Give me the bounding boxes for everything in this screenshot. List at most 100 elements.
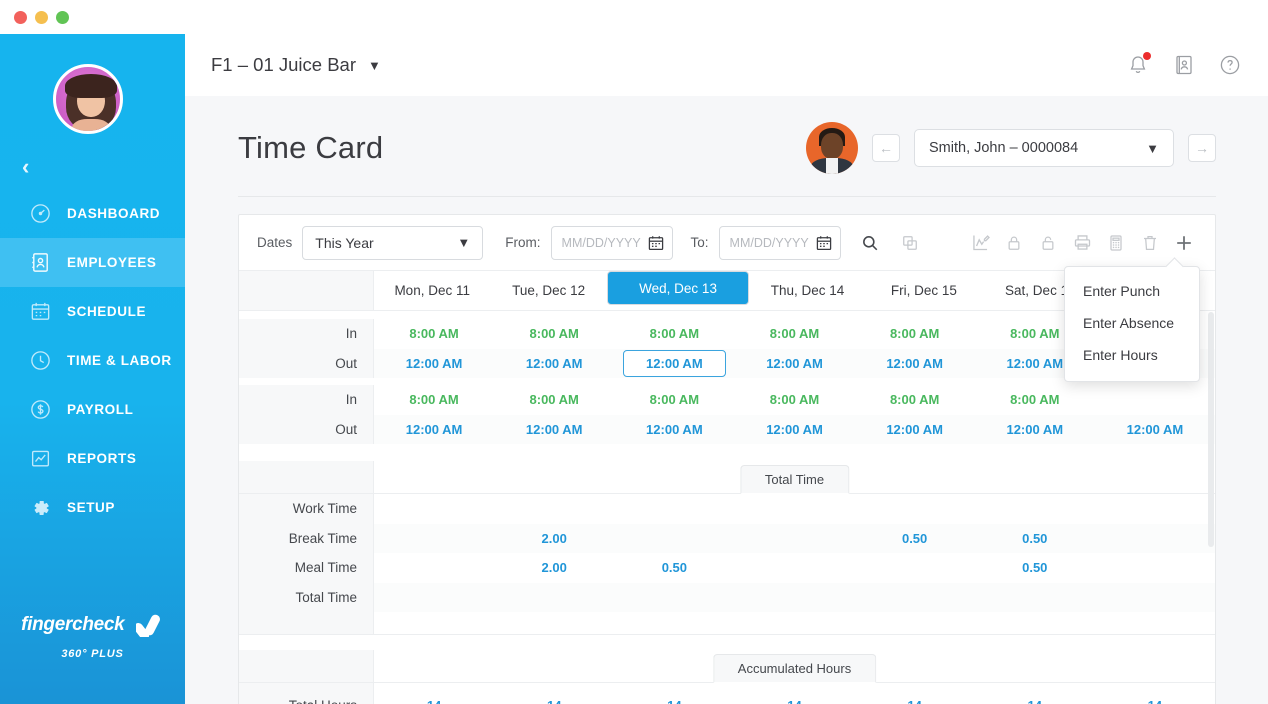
punch-cell[interactable]: 12:00 AM	[1095, 415, 1215, 445]
total-hours-cell[interactable]: 14	[374, 683, 494, 704]
employee-dropdown[interactable]: Smith, John – 0000084 ▼	[914, 129, 1174, 167]
summary-cell[interactable]	[855, 583, 975, 613]
summary-cell[interactable]	[975, 494, 1095, 524]
summary-cell[interactable]	[614, 583, 734, 613]
sidebar-item-reports[interactable]: REPORTS	[0, 434, 185, 483]
punch-cell[interactable]: 8:00 AM	[855, 385, 975, 415]
day-header-tue[interactable]: Tue, Dec 12	[490, 271, 607, 310]
print-icon[interactable]	[1065, 226, 1099, 260]
grid-scrollbar[interactable]	[1208, 312, 1214, 547]
trash-icon[interactable]	[1133, 226, 1167, 260]
tab-accumulated-hours[interactable]: Accumulated Hours	[712, 654, 877, 683]
punch-cell[interactable]: 12:00 AM	[855, 349, 975, 379]
dates-range-select[interactable]: This Year ▼	[302, 225, 484, 260]
sidebar-item-dashboard[interactable]: DASHBOARD	[0, 189, 185, 238]
summary-cell[interactable]	[734, 583, 854, 613]
punch-cell[interactable]: 12:00 AM	[975, 415, 1095, 445]
punch-cell-editing[interactable]: 12:00 AM	[614, 349, 734, 379]
summary-cell[interactable]	[734, 524, 854, 554]
search-icon[interactable]	[853, 226, 887, 260]
summary-cell[interactable]: 0.50	[614, 553, 734, 583]
punch-cell[interactable]: 8:00 AM	[374, 385, 494, 415]
sidebar-item-time-and-labor[interactable]: TIME & LABOR	[0, 336, 185, 385]
punch-cell[interactable]: 12:00 AM	[494, 349, 614, 379]
day-header-thu[interactable]: Thu, Dec 14	[749, 271, 866, 310]
punch-cell[interactable]: 8:00 AM	[614, 319, 734, 349]
summary-cell[interactable]	[1095, 553, 1215, 583]
day-header-wed[interactable]: Wed, Dec 13	[606, 271, 750, 305]
summary-cell[interactable]	[1095, 583, 1215, 613]
sidebar-item-payroll[interactable]: PAYROLL	[0, 385, 185, 434]
total-hours-cell[interactable]: 14	[1095, 683, 1215, 704]
total-hours-cell[interactable]: 14	[614, 683, 734, 704]
punch-cell[interactable]: 12:00 AM	[734, 415, 854, 445]
unlock-icon[interactable]	[1031, 226, 1065, 260]
summary-cell[interactable]: 0.50	[975, 553, 1095, 583]
punch-cell[interactable]: 12:00 AM	[374, 349, 494, 379]
summary-cell[interactable]	[855, 494, 975, 524]
punch-cell[interactable]: 8:00 AM	[855, 319, 975, 349]
menu-item-enter-absence[interactable]: Enter Absence	[1065, 307, 1199, 339]
punch-cell-input[interactable]: 12:00 AM	[623, 349, 726, 377]
sidebar-item-employees[interactable]: EMPLOYEES	[0, 238, 201, 287]
punch-cell[interactable]: 8:00 AM	[494, 319, 614, 349]
previous-employee-button[interactable]: ←	[872, 134, 900, 162]
punch-cell[interactable]: 12:00 AM	[734, 349, 854, 379]
lock-icon[interactable]	[997, 226, 1031, 260]
summary-cell[interactable]	[1095, 494, 1215, 524]
close-window-button[interactable]	[14, 10, 27, 24]
edit-signature-icon[interactable]	[963, 226, 997, 260]
sidebar-avatar-wrap[interactable]	[53, 64, 123, 134]
help-icon[interactable]	[1218, 53, 1242, 77]
minimize-window-button[interactable]	[35, 10, 48, 24]
summary-cell[interactable]	[494, 494, 614, 524]
bell-icon[interactable]	[1126, 52, 1151, 77]
menu-item-enter-hours[interactable]: Enter Hours	[1065, 339, 1199, 371]
contact-card-icon[interactable]	[1172, 53, 1196, 77]
sidebar-item-schedule[interactable]: SCHEDULE	[0, 287, 185, 336]
summary-cell[interactable]: 0.50	[975, 524, 1095, 554]
punch-cell[interactable]	[1095, 385, 1215, 415]
copy-icon[interactable]	[893, 226, 927, 260]
punch-cell[interactable]: 8:00 AM	[734, 319, 854, 349]
punch-cell[interactable]: 8:00 AM	[374, 319, 494, 349]
summary-cell[interactable]: 0.50	[855, 524, 975, 554]
company-selector[interactable]: F1 – 01 Juice Bar ▼	[211, 54, 381, 76]
next-employee-button[interactable]: →	[1188, 134, 1216, 162]
menu-item-enter-punch[interactable]: Enter Punch	[1065, 275, 1199, 307]
to-date-field[interactable]: MM/DD/YYYY	[718, 225, 841, 260]
tab-total-time[interactable]: Total Time	[739, 465, 850, 494]
summary-cell[interactable]	[734, 494, 854, 524]
day-header-fri[interactable]: Fri, Dec 15	[865, 271, 983, 310]
calendar-icon[interactable]	[815, 234, 833, 252]
day-header-mon[interactable]: Mon, Dec 11	[374, 271, 491, 310]
summary-cell[interactable]	[1095, 524, 1215, 554]
summary-cell[interactable]	[494, 583, 614, 613]
maximize-window-button[interactable]	[56, 10, 69, 24]
avatar[interactable]	[53, 64, 123, 134]
punch-cell[interactable]: 8:00 AM	[614, 385, 734, 415]
from-date-field[interactable]: MM/DD/YYYY	[550, 225, 673, 260]
calculator-icon[interactable]	[1099, 226, 1133, 260]
summary-cell[interactable]	[975, 583, 1095, 613]
summary-cell[interactable]	[374, 494, 494, 524]
punch-cell[interactable]: 8:00 AM	[734, 385, 854, 415]
summary-cell[interactable]: 2.00	[494, 524, 614, 554]
total-hours-cell[interactable]: 14	[855, 683, 975, 704]
summary-cell[interactable]	[734, 553, 854, 583]
punch-cell[interactable]: 8:00 AM	[494, 385, 614, 415]
summary-cell[interactable]	[614, 494, 734, 524]
chevron-left-icon[interactable]: ‹	[22, 156, 42, 178]
summary-cell[interactable]: 2.00	[494, 553, 614, 583]
punch-cell[interactable]: 8:00 AM	[975, 385, 1095, 415]
summary-cell[interactable]	[614, 524, 734, 554]
total-hours-cell[interactable]: 14	[734, 683, 854, 704]
punch-cell[interactable]: 12:00 AM	[494, 415, 614, 445]
summary-cell[interactable]	[374, 583, 494, 613]
punch-cell[interactable]: 12:00 AM	[614, 415, 734, 445]
summary-cell[interactable]	[374, 553, 494, 583]
total-hours-cell[interactable]: 14	[494, 683, 614, 704]
plus-icon[interactable]	[1167, 226, 1201, 260]
punch-cell[interactable]: 12:00 AM	[374, 415, 494, 445]
summary-cell[interactable]	[374, 524, 494, 554]
